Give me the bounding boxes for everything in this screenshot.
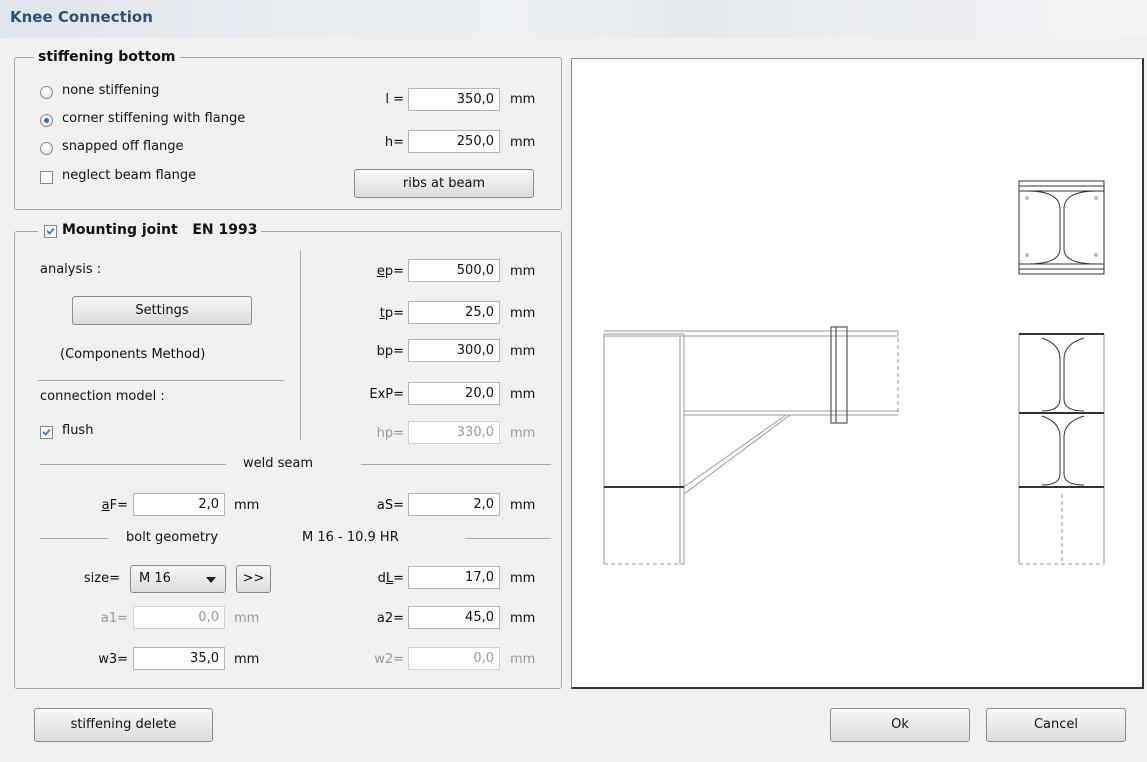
l-input[interactable]: 350,0 (408, 88, 500, 111)
hp-label: hp= (376, 426, 404, 441)
top-section-outline (1018, 180, 1105, 275)
size-select[interactable]: M 16 (130, 565, 226, 593)
af-unit: mm (234, 498, 260, 513)
w2-input: 0,0 (408, 647, 500, 670)
radio-snapped-off-flange-label[interactable]: snapped off flange (62, 139, 184, 154)
tp-input[interactable]: 25,0 (408, 301, 500, 324)
end-plate (830, 326, 848, 424)
neglect-beam-flange-label[interactable]: neglect beam flange (62, 168, 196, 183)
connection-drawing-canvas (571, 58, 1144, 689)
exp-label: ExP= (369, 387, 404, 402)
hp-unit: mm (510, 426, 536, 441)
w2-label: w2= (374, 652, 404, 667)
bolt-marker-3 (1025, 253, 1029, 257)
ep-input[interactable]: 500,0 (408, 259, 500, 282)
radio-snapped-off-flange[interactable] (40, 142, 53, 155)
exp-input[interactable]: 20,0 (408, 382, 500, 405)
tp-label: tp= (379, 306, 404, 321)
haunch-diagonal-1 (683, 414, 787, 488)
bp-unit: mm (510, 344, 536, 359)
size-label: size= (83, 571, 120, 586)
size-more-button[interactable]: >> (236, 565, 271, 593)
tp-unit: mm (510, 306, 536, 321)
a2-input[interactable]: 45,0 (408, 606, 500, 629)
mounting-joint-title: Mounting joint EN 1993 (62, 222, 258, 238)
vertical-separator (300, 250, 301, 440)
bolt-marker-1 (1025, 196, 1029, 200)
dl-unit: mm (510, 571, 536, 586)
bolt-marker-4 (1094, 253, 1098, 257)
bolt-spec-label: M 16 - 10.9 HR (302, 530, 399, 545)
cancel-button[interactable]: Cancel (986, 708, 1126, 742)
connection-model-label: connection model : (40, 389, 165, 404)
h-label: h= (384, 135, 404, 150)
flush-label[interactable]: flush (62, 423, 93, 438)
bp-input[interactable]: 300,0 (408, 339, 500, 362)
knee-connection-drawing (603, 180, 1105, 565)
a1-label: a1= (100, 611, 128, 626)
as-unit: mm (510, 498, 536, 513)
as-input[interactable]: 2,0 (408, 493, 500, 516)
ep-label: ep= (376, 264, 404, 279)
a2-label: a2= (376, 611, 404, 626)
w3-label: w3= (98, 652, 128, 667)
a1-input: 0,0 (133, 606, 225, 629)
section-web-lower (1041, 415, 1085, 486)
bolt-geometry-label: bolt geometry (126, 530, 219, 545)
chevron-down-icon (206, 577, 216, 583)
flush-checkbox[interactable] (40, 426, 53, 439)
components-method-label: (Components Method) (60, 347, 206, 362)
radio-corner-stiffening[interactable] (40, 114, 53, 127)
w3-input[interactable]: 35,0 (133, 647, 225, 670)
top-section-web-right (1063, 190, 1098, 265)
af-input[interactable]: 2,0 (133, 493, 225, 516)
h-input[interactable]: 250,0 (408, 130, 500, 153)
mounting-joint-legend: Mounting joint EN 1993 (38, 222, 262, 238)
a1-unit: mm (234, 611, 260, 626)
bolt-geometry-line-right (465, 538, 551, 539)
title-bar: Knee Connection (0, 0, 1147, 38)
radio-corner-stiffening-label[interactable]: corner stiffening with flange (62, 111, 245, 126)
ok-button[interactable]: Ok (830, 708, 970, 742)
w3-unit: mm (234, 652, 260, 667)
w2-unit: mm (510, 652, 536, 667)
window-title: Knee Connection (10, 8, 153, 26)
dialog-content: stiffening bottom none stiffening corner… (8, 40, 1144, 762)
hp-input: 330,0 (408, 421, 500, 444)
weld-seam-line-right (361, 464, 551, 465)
mounting-joint-checkbox[interactable] (44, 225, 57, 238)
top-section-web-left (1026, 190, 1061, 265)
size-select-value: M 16 (139, 571, 171, 586)
l-label: l = (385, 92, 404, 107)
l-unit: mm (510, 92, 536, 107)
dl-input[interactable]: 17,0 (408, 566, 500, 589)
weld-seam-line-left (40, 464, 226, 465)
a2-unit: mm (510, 611, 536, 626)
analysis-separator (38, 380, 284, 381)
ribs-at-beam-button[interactable]: ribs at beam (354, 169, 534, 198)
h-unit: mm (510, 135, 536, 150)
neglect-beam-flange-checkbox[interactable] (40, 171, 53, 184)
analysis-label: analysis : (40, 262, 102, 277)
stiffening-delete-button[interactable]: stiffening delete (34, 708, 213, 742)
bolt-geometry-line-left (40, 538, 108, 539)
settings-button[interactable]: Settings (72, 296, 252, 325)
af-label: aF= (101, 498, 128, 513)
bolt-marker-2 (1094, 196, 1098, 200)
haunch-diagonal-2 (683, 414, 791, 495)
as-label: aS= (376, 498, 404, 513)
radio-none-stiffening[interactable] (40, 86, 53, 99)
ep-unit: mm (510, 264, 536, 279)
section-web-upper (1041, 337, 1085, 412)
exp-unit: mm (510, 387, 536, 402)
dl-label: dL= (377, 571, 404, 586)
weld-seam-label: weld seam (243, 456, 314, 471)
radio-none-stiffening-label[interactable]: none stiffening (62, 83, 159, 98)
stiffening-bottom-legend: stiffening bottom (34, 49, 180, 65)
bp-label: bp= (376, 344, 404, 359)
